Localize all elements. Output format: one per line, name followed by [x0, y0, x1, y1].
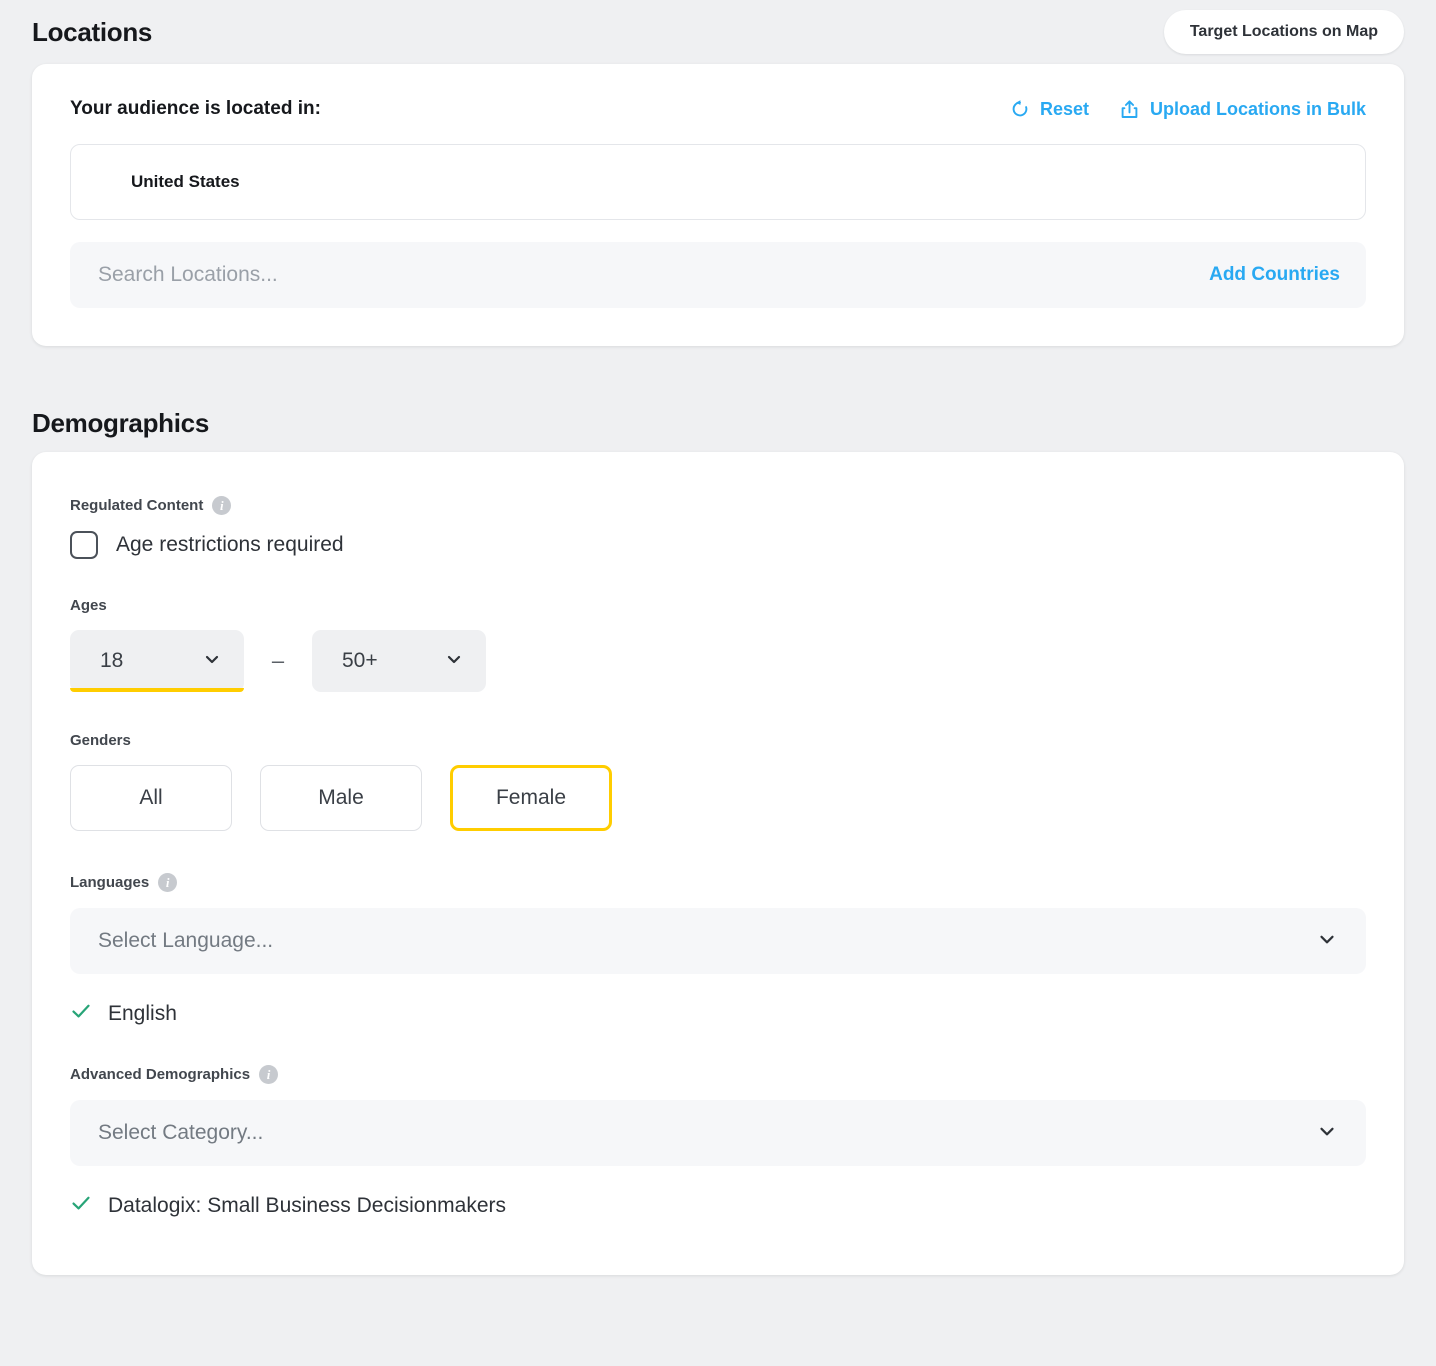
regulated-content-label: Regulated Content	[70, 497, 203, 514]
category-select-placeholder: Select Category...	[98, 1121, 263, 1145]
selected-locations-box[interactable]: United States	[70, 144, 1366, 220]
chevron-down-icon	[202, 649, 222, 674]
locations-section-header: Locations Target Locations on Map	[0, 0, 1436, 64]
gender-option-female[interactable]: Female	[450, 765, 612, 831]
age-max-select[interactable]: 50+	[312, 630, 486, 692]
demographics-card: Regulated Content i Age restrictions req…	[32, 452, 1404, 1275]
age-min-value: 18	[100, 649, 123, 673]
locations-actions: Reset Upload Locations in Bulk	[1010, 99, 1366, 120]
age-restrictions-checkbox[interactable]	[70, 531, 98, 559]
chevron-down-icon	[1316, 928, 1338, 955]
ages-row: 18 – 50+	[70, 630, 1366, 692]
info-icon[interactable]: i	[212, 496, 231, 515]
target-locations-on-map-button[interactable]: Target Locations on Map	[1164, 10, 1404, 54]
language-select-placeholder: Select Language...	[98, 929, 273, 953]
languages-label: Languages	[70, 874, 149, 891]
info-icon[interactable]: i	[259, 1065, 278, 1084]
category-select[interactable]: Select Category...	[70, 1100, 1366, 1166]
chevron-down-icon	[1316, 1120, 1338, 1147]
targeting-page: Locations Target Locations on Map Your a…	[0, 0, 1436, 1366]
reset-icon	[1010, 99, 1030, 119]
location-search-row: Add Countries	[70, 242, 1366, 308]
age-restrictions-label[interactable]: Age restrictions required	[116, 533, 344, 557]
check-icon	[70, 1000, 92, 1027]
reset-button[interactable]: Reset	[1010, 99, 1089, 120]
age-range-separator: –	[244, 648, 312, 674]
age-min-select[interactable]: 18	[70, 630, 244, 692]
languages-group: Languages i Select Language... English	[70, 873, 1366, 1027]
upload-icon	[1119, 99, 1140, 120]
ages-group: Ages 18 – 50+	[70, 597, 1366, 692]
selected-category-label[interactable]: Datalogix: Small Business Decisionmakers	[108, 1194, 506, 1218]
ages-label-row: Ages	[70, 597, 1366, 614]
genders-row: All Male Female	[70, 765, 1366, 831]
selected-category-row: Datalogix: Small Business Decisionmakers	[70, 1192, 1366, 1219]
audience-location-label: Your audience is located in:	[70, 98, 321, 120]
age-restrictions-row: Age restrictions required	[70, 531, 1366, 559]
selected-language-row: English	[70, 1000, 1366, 1027]
search-locations-input[interactable]	[98, 263, 1209, 287]
ages-label: Ages	[70, 597, 107, 614]
genders-label: Genders	[70, 732, 131, 749]
page-title: Locations	[32, 17, 152, 48]
age-max-value: 50+	[342, 649, 378, 673]
advanced-demographics-label: Advanced Demographics	[70, 1066, 250, 1083]
check-icon	[70, 1192, 92, 1219]
gender-option-all[interactable]: All	[70, 765, 232, 831]
demographics-title: Demographics	[32, 408, 209, 439]
regulated-content-group: Regulated Content i Age restrictions req…	[70, 496, 1366, 559]
selected-language-label[interactable]: English	[108, 1002, 177, 1026]
languages-label-row: Languages i	[70, 873, 1366, 892]
upload-label: Upload Locations in Bulk	[1150, 99, 1366, 120]
locations-card-header: Your audience is located in: Reset	[70, 98, 1366, 120]
info-icon[interactable]: i	[158, 873, 177, 892]
add-countries-button[interactable]: Add Countries	[1209, 264, 1340, 286]
genders-group: Genders All Male Female	[70, 732, 1366, 831]
selected-location-item[interactable]: United States	[131, 172, 240, 192]
genders-label-row: Genders	[70, 732, 1366, 749]
locations-card: Your audience is located in: Reset	[32, 64, 1404, 346]
gender-option-male[interactable]: Male	[260, 765, 422, 831]
advanced-demographics-label-row: Advanced Demographics i	[70, 1065, 1366, 1084]
advanced-demographics-group: Advanced Demographics i Select Category.…	[70, 1065, 1366, 1219]
regulated-content-label-row: Regulated Content i	[70, 496, 1366, 515]
demographics-section-header: Demographics	[0, 394, 1436, 452]
language-select[interactable]: Select Language...	[70, 908, 1366, 974]
chevron-down-icon	[444, 649, 464, 674]
reset-label: Reset	[1040, 99, 1089, 120]
upload-locations-button[interactable]: Upload Locations in Bulk	[1119, 99, 1366, 120]
